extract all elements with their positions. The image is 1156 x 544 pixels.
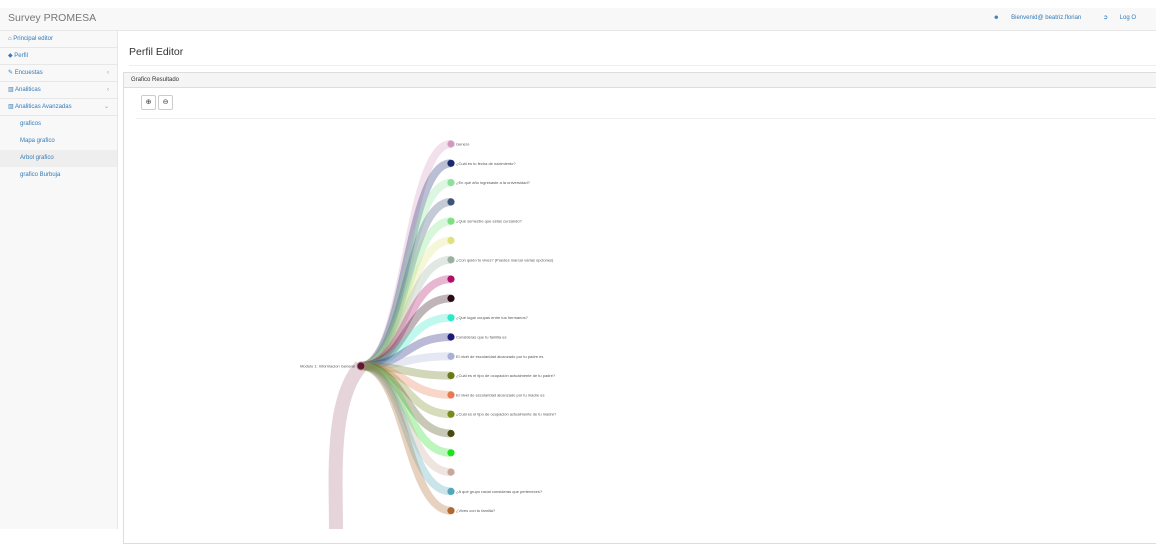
tree-node-label: Genero <box>456 142 470 147</box>
tree-node-label: ¿Qué lugar ocupas entre tus hermanos? <box>456 315 529 320</box>
tree-node-label: ¿A qué grupo racial consideras que perte… <box>456 489 543 494</box>
tree-node[interactable] <box>447 236 455 245</box>
tree-node[interactable] <box>447 275 455 283</box>
tree-node-label: ¿Con quién tú vives? (Puedes marcar vari… <box>456 257 554 262</box>
tree-root-node[interactable] <box>356 361 366 371</box>
tree-trunk-link <box>328 361 367 529</box>
tree-node-label: ¿Cuál es el tipo de ocupación actualment… <box>456 412 557 417</box>
tree-node-label: Consideras que tu familia es <box>456 335 506 340</box>
tree-node[interactable] <box>447 333 455 341</box>
tree-node[interactable] <box>447 140 455 148</box>
tree-node[interactable] <box>447 487 455 495</box>
tree-chart: Genero ¿Cuál es tu fecha de nacimiento? ¿E… <box>300 140 557 529</box>
tree-node[interactable] <box>447 294 455 302</box>
tree-node[interactable] <box>447 179 455 187</box>
tree-node[interactable] <box>447 217 455 225</box>
tree-node-label: El nivel de escolaridad alcanzado por tu… <box>456 392 545 397</box>
tree-node-label: ¿Cuál es el tipo de ocupación actualment… <box>456 373 556 378</box>
tree-node-label: El nivel de escolaridad alcanzado por tu… <box>456 354 543 359</box>
tree-node[interactable] <box>447 449 455 457</box>
tree-node[interactable] <box>447 256 455 264</box>
tree-node[interactable] <box>447 507 455 515</box>
tree-node[interactable] <box>447 410 455 418</box>
tree-node[interactable] <box>447 314 455 322</box>
tree-node[interactable] <box>447 429 455 438</box>
tree-node-label: ¿Qué semestre que estas cursando? <box>456 219 523 224</box>
tree-node-label: ¿En qué año ingresaste a la universidad? <box>456 180 531 185</box>
tree-node[interactable] <box>447 468 455 476</box>
tree-root-label: Modulo 1: Informacion General <box>300 364 355 369</box>
tree-node[interactable] <box>447 372 455 380</box>
tree-node-label: ¿Cuál es tu fecha de nacimiento? <box>456 161 516 166</box>
tree-node[interactable] <box>447 391 455 399</box>
tree-node[interactable] <box>447 198 455 206</box>
tree-node-label: ¿Vives con tu familia? <box>456 508 496 513</box>
tree-node[interactable] <box>447 352 455 360</box>
tree-node[interactable] <box>447 159 455 167</box>
